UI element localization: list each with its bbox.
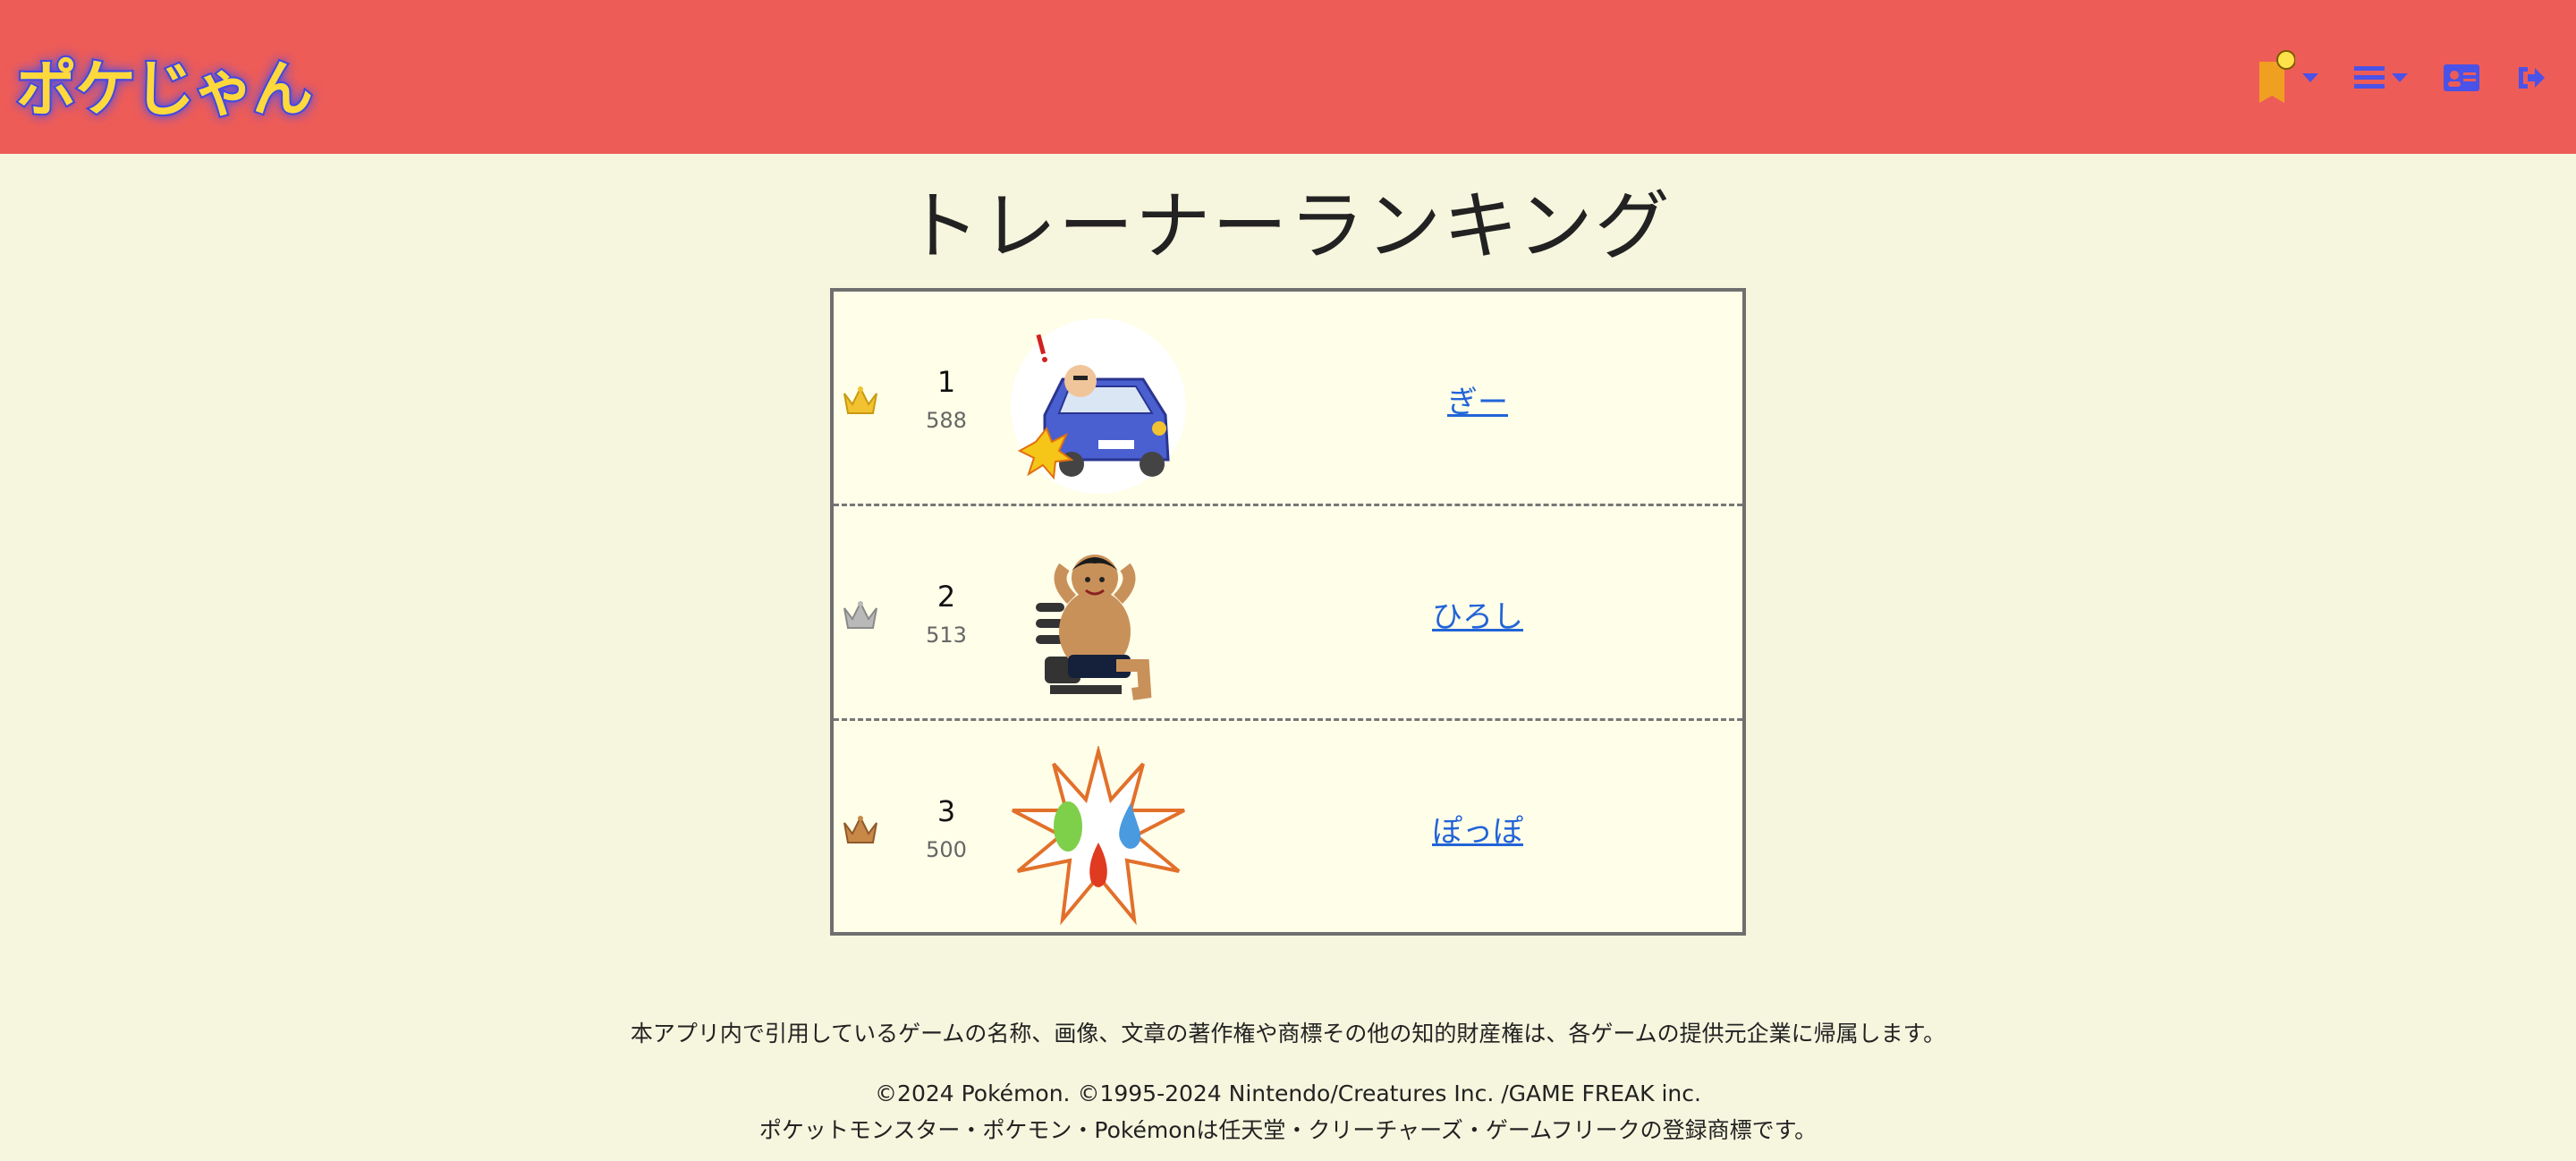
rank-number: 2 xyxy=(936,580,956,614)
rank-score: 513 xyxy=(926,623,967,648)
trainer-avatar xyxy=(1011,318,1186,494)
footer-disclaimer: 本アプリ内で引用しているゲームの名称、画像、文章の著作権や商標その他の知的財産権… xyxy=(630,1021,1946,1047)
ranking-table: 1 588 ぎー 2 513 ひろし 3 500 ぽっぽ xyxy=(830,288,1746,936)
trainer-name-link[interactable]: ぽっぽ xyxy=(1335,807,1621,851)
app-logo[interactable]: ポケじゃん xyxy=(14,39,315,128)
nav-icons xyxy=(2216,47,2546,109)
gold-crown-icon xyxy=(843,386,877,414)
trainer-avatar xyxy=(1036,555,1152,700)
menu-icon xyxy=(2354,66,2385,89)
profile-button[interactable] xyxy=(2444,64,2479,91)
chevron-down-icon xyxy=(2302,73,2318,82)
logout-button[interactable] xyxy=(2515,64,2546,91)
ranking-row: 3 500 ぽっぽ xyxy=(834,721,1742,936)
id-card-icon xyxy=(2444,64,2479,91)
rank-number: 3 xyxy=(936,794,956,828)
trainer-name-link[interactable]: ひろし xyxy=(1335,592,1621,636)
chevron-down-icon xyxy=(2392,73,2408,82)
page-title: トレーナーランキング xyxy=(904,182,1672,270)
trainer-avatar xyxy=(1012,746,1185,925)
trainer-name-link[interactable]: ぎー xyxy=(1335,377,1621,421)
navbar: ポケじゃん xyxy=(0,0,2576,154)
rank-number: 1 xyxy=(936,365,956,399)
rank-score: 500 xyxy=(926,837,967,862)
silver-crown-icon xyxy=(843,600,877,629)
ranking-row: 2 513 ひろし xyxy=(834,506,1742,721)
rank-score: 588 xyxy=(926,408,967,433)
logout-icon xyxy=(2519,67,2545,89)
footer-trademark: ポケットモンスター・ポケモン・Pokémonは任天堂・クリーチャーズ・ゲームフリ… xyxy=(758,1117,1818,1143)
footer-copyright: ©2024 Pokémon. ©1995-2024 Nintendo/Creat… xyxy=(875,1080,1701,1106)
bookmark-notification-icon xyxy=(2259,50,2295,103)
ranking-row: 1 588 ぎー xyxy=(834,292,1742,506)
bronze-crown-icon xyxy=(843,815,877,843)
main-menu-dropdown[interactable] xyxy=(2354,64,2408,91)
notification-dropdown[interactable] xyxy=(2252,49,2318,106)
